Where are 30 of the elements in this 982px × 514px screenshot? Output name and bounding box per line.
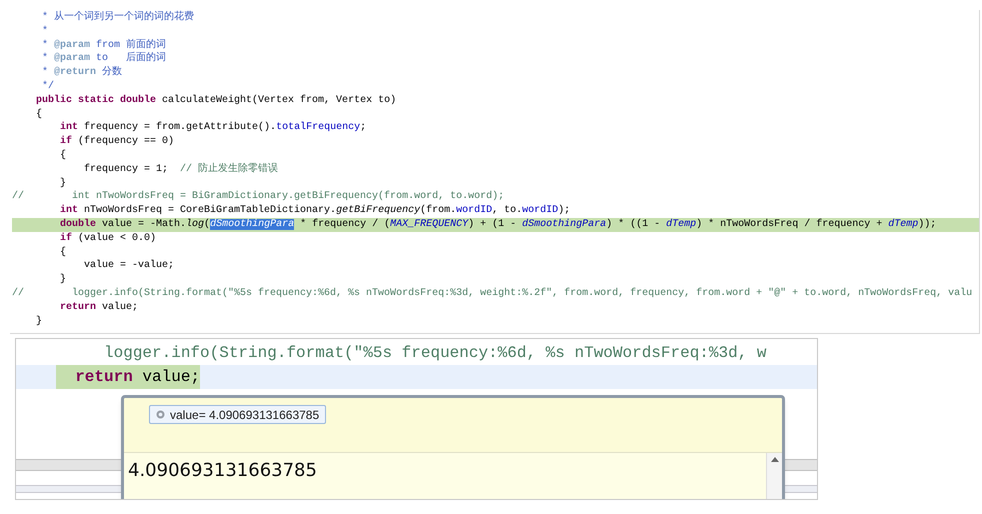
code-line: }	[35, 314, 42, 328]
code-line: *	[41, 24, 48, 39]
variable-label[interactable]: value= 4.090693131663785	[149, 405, 326, 424]
scroll-up-icon[interactable]	[770, 457, 778, 462]
variable-value: value= 4.090693131663785	[170, 406, 320, 424]
code-line: }	[59, 176, 66, 190]
code-line: logger.info(String.format("%5s frequency:%6d, %s nTwoWordsFreq:%3d, w	[103, 343, 767, 364]
code-line: frequency = 1; // 防止发生除零错误	[83, 162, 278, 177]
code-line: * @param from 前面的词	[41, 38, 166, 52]
code-line: // int nTwoWordsFreq = BiGramDictionary.getBiFrequency(from.word, to.word);	[12, 190, 504, 204]
code-line: * @return 分数	[41, 66, 122, 80]
code-line: */	[41, 80, 54, 94]
code-line: {	[35, 108, 42, 122]
code-line: // logger.info(String.format("%5s frequency:%6d, %s nTwoWordsFreq:%3d, weight:%.2f", from.word, frequency, from.word + "@" + to.word, nTwoWordsFreq, valu	[12, 286, 972, 301]
code-line: * 从一个词到另一个词的词的花费	[41, 11, 194, 25]
code-line: {	[59, 246, 66, 260]
code-line: value = -value;	[83, 259, 174, 274]
code-line: }	[59, 273, 66, 287]
value-text: 4.090693131663785	[127, 459, 318, 483]
code-line: if (value < 0.0)	[59, 232, 156, 246]
code-line: {	[59, 148, 66, 163]
code-line: int nTwoWordsFreq = CoreBiGramTableDictionary.getBiFrequency(from.wordID, to.wordID);	[59, 204, 570, 218]
code-line: public static double calculateWeight(Vertex from, Vertex to)	[35, 94, 396, 108]
variable-icon	[156, 410, 165, 419]
code-line: * @param to 后面的词	[41, 52, 166, 66]
code-line: if (frequency == 0)	[59, 135, 174, 149]
code-line: int frequency = from.getAttribute().totalFrequency;	[59, 121, 366, 136]
scrollbar[interactable]	[766, 453, 782, 499]
code-line: return value;	[59, 300, 138, 315]
code-line: double value = -Math.log(dSmoothingPara * frequency / (MAX_FREQUENCY) + (1 - dSmoothingPara) * ((1 - dTemp) * nTwoWordsFreq / frequency + dTemp));	[59, 218, 936, 232]
